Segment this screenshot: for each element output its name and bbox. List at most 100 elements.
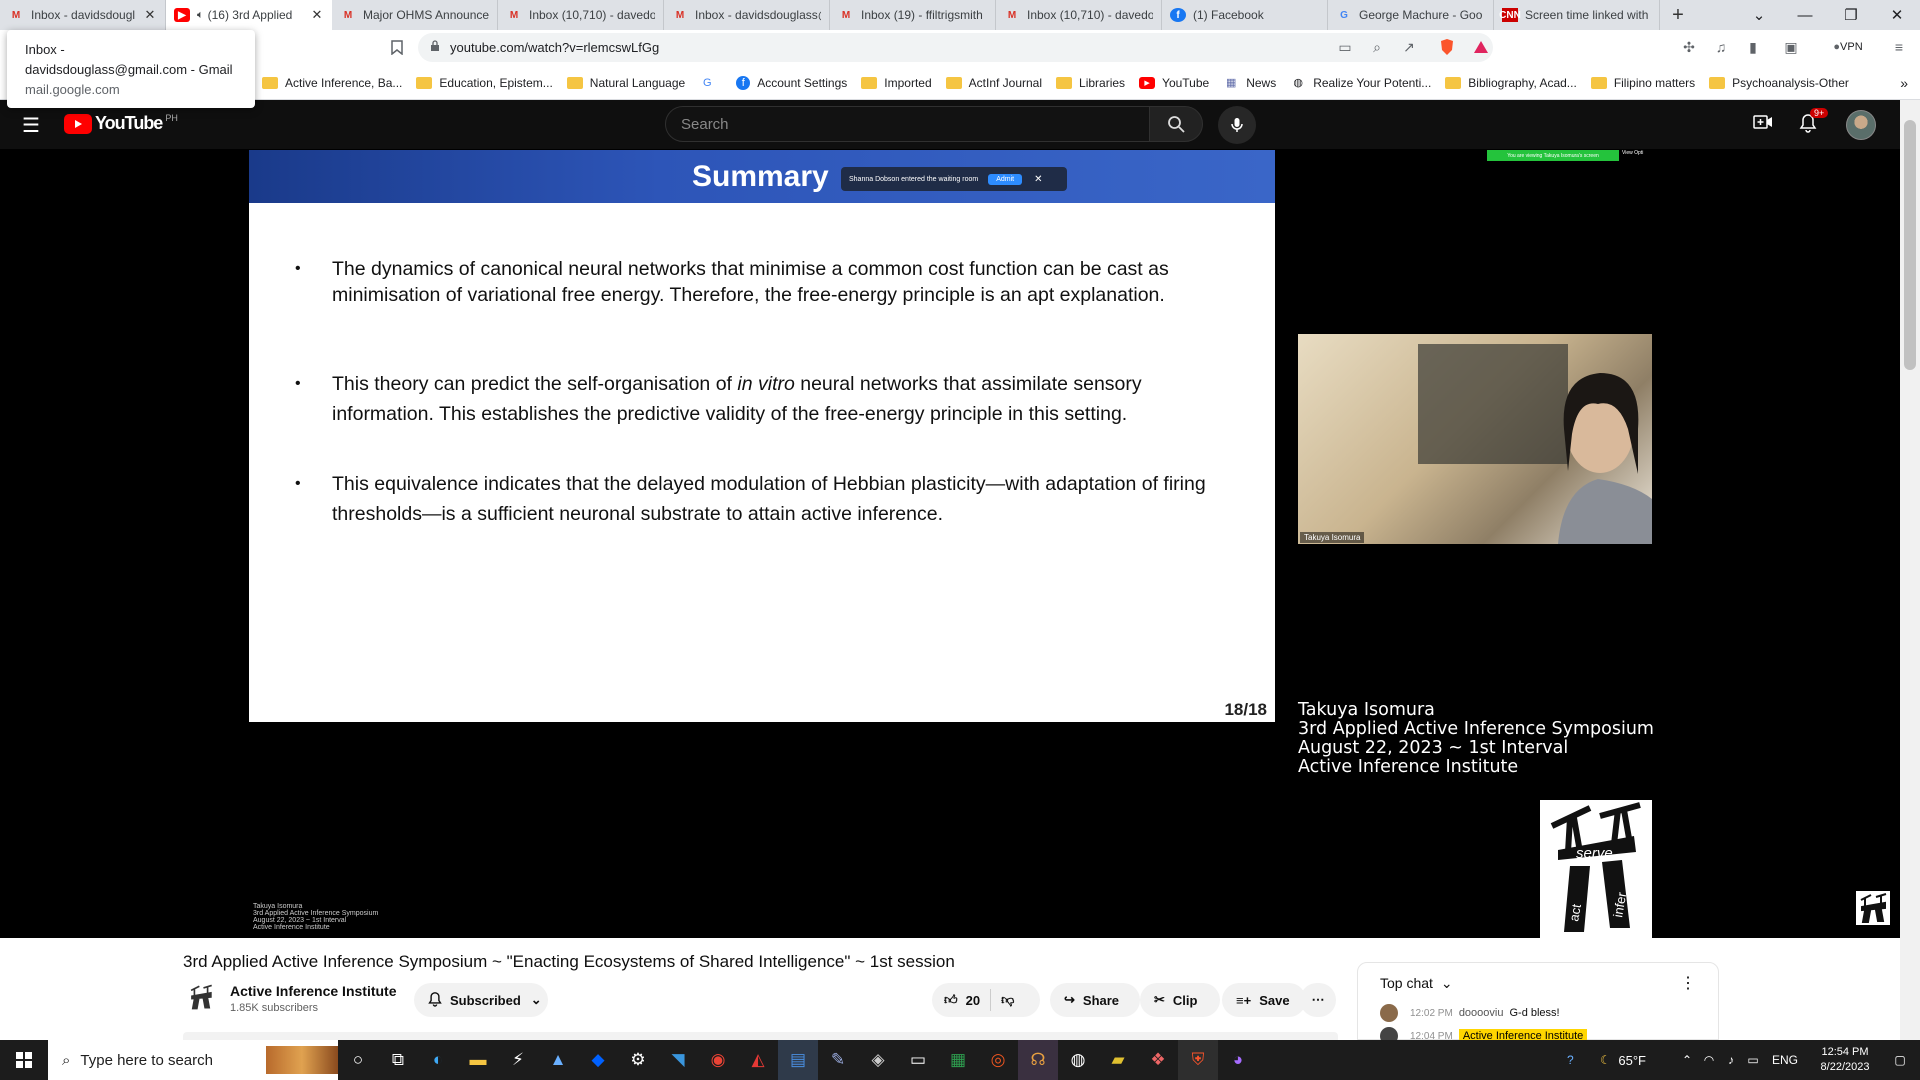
browser-tab[interactable]: M Major OHMS Announce [332, 0, 498, 30]
wallet-icon[interactable]: ▣ [1780, 36, 1802, 58]
browser-tab[interactable]: M Inbox - davidsdouglass@ [664, 0, 830, 30]
chat-mode-dropdown[interactable]: Top chat ⌄ [1380, 975, 1453, 992]
weather-temperature[interactable]: 65°F [1618, 1053, 1646, 1068]
channel-name[interactable]: Active Inference Institute [230, 983, 397, 999]
file-explorer-icon[interactable]: ▬ [458, 1040, 498, 1080]
dropbox-icon[interactable]: ◆ [578, 1040, 618, 1080]
subscribed-button[interactable]: Subscribed ⌄ [414, 983, 548, 1017]
edge-icon[interactable]: ◐ [418, 1040, 458, 1080]
bookmark-item[interactable]: f Account Settings [736, 75, 847, 90]
new-tab-button[interactable]: + [1660, 0, 1696, 30]
voice-search-button[interactable] [1218, 106, 1256, 144]
channel-avatar[interactable] [186, 982, 216, 1012]
cortana-icon[interactable]: ○ [338, 1040, 378, 1080]
notepad-icon[interactable]: ✎ [818, 1040, 858, 1080]
chrome-icon[interactable]: ◉ [698, 1040, 738, 1080]
audio-playing-icon[interactable]: 🔈︎ [197, 9, 204, 22]
bookmark-item[interactable]: ActInf Journal [945, 76, 1042, 90]
bookmark-item[interactable]: ◍ Realize Your Potenti... [1290, 76, 1431, 90]
youtube-search-input[interactable]: Search [665, 106, 1150, 142]
game-app-icon[interactable]: ❖ [1138, 1040, 1178, 1080]
bookmark-item[interactable]: Imported [861, 76, 932, 90]
video-player[interactable]: Summary Shanna Dobson entered the waitin… [0, 149, 1900, 938]
battery-icon[interactable]: ▭ [1742, 1053, 1764, 1067]
github-icon[interactable]: ◍ [1058, 1040, 1098, 1080]
browser-tab[interactable]: G George Machure - Goo [1328, 0, 1494, 30]
photos-icon[interactable]: ▲ [538, 1040, 578, 1080]
zoom-icon[interactable]: ⌕ [1366, 36, 1388, 58]
brave-shield-icon[interactable] [1436, 36, 1458, 58]
bookmark-item[interactable]: Libraries [1056, 76, 1125, 90]
terminal-icon[interactable]: ▭ [898, 1040, 938, 1080]
search-button[interactable] [1149, 106, 1203, 142]
browser-tab[interactable]: M Inbox (10,710) - davedo [996, 0, 1162, 30]
browser-tab[interactable]: ▶ 🔈︎ (16) 3rd Applied ✕ [166, 0, 332, 30]
word-icon[interactable]: ▤ [778, 1040, 818, 1080]
settings-gear-icon[interactable]: ⚙ [618, 1040, 658, 1080]
more-bookmarks-icon[interactable]: » [1900, 75, 1908, 91]
browser-tab[interactable]: M Inbox - davidsdougl ✕ [0, 0, 166, 30]
gimp-icon[interactable]: ◈ [858, 1040, 898, 1080]
messenger-icon[interactable]: ◕ [1218, 1040, 1258, 1080]
page-scrollbar[interactable] [1900, 100, 1920, 1040]
card-app-icon[interactable]: ▰ [1098, 1040, 1138, 1080]
network-icon[interactable]: ◠ [1698, 1053, 1720, 1067]
ubuntu-icon[interactable]: ◎ [978, 1040, 1018, 1080]
like-button[interactable]: 👍︎ 20 [944, 992, 980, 1008]
notification-center-icon[interactable]: ▢ [1880, 1053, 1920, 1067]
bookmark-item[interactable]: Natural Language [566, 76, 685, 90]
media-icon[interactable]: ♫ [1710, 36, 1732, 58]
browser-tab[interactable]: M Inbox (19) - ffiltrigsmith [830, 0, 996, 30]
more-actions-button[interactable]: ⋯ [1300, 983, 1336, 1017]
bookmark-icon[interactable] [386, 36, 408, 58]
brave-rewards-icon[interactable] [1470, 36, 1492, 58]
restore-icon[interactable]: ❐ [1828, 0, 1874, 30]
chat-more-icon[interactable]: ⋮ [1680, 973, 1696, 993]
sidebar-icon[interactable]: ▮ [1742, 36, 1764, 58]
cast-icon[interactable]: ▭ [1334, 36, 1356, 58]
headset-app-icon[interactable]: ☊ [1018, 1040, 1058, 1080]
avatar[interactable] [1846, 110, 1876, 140]
close-tab-icon[interactable]: ✕ [310, 7, 324, 23]
vscode-icon[interactable]: ◥ [658, 1040, 698, 1080]
browser-tab[interactable]: CNN Screen time linked with [1494, 0, 1660, 30]
bookmark-item[interactable]: ▦ News [1223, 76, 1276, 90]
taskbar-search-input[interactable]: ⌕ Type here to search [48, 1040, 338, 1080]
bookmark-item[interactable]: Active Inference, Ba... [262, 76, 402, 90]
create-video-icon[interactable] [1753, 114, 1773, 135]
bookmark-item[interactable]: Psychoanalysis-Other [1709, 76, 1849, 90]
browser-tab[interactable]: f (1) Facebook [1162, 0, 1328, 30]
close-tab-icon[interactable]: ✕ [143, 7, 157, 23]
bookmark-item[interactable]: ▶ YouTube [1139, 76, 1209, 90]
tab-search-icon[interactable]: ⌄ [1736, 0, 1782, 30]
clip-button[interactable]: ✂ Clip [1140, 983, 1220, 1017]
clock[interactable]: 12:54 PM 8/22/2023 [1810, 1045, 1880, 1075]
share-page-icon[interactable]: ↗ [1398, 36, 1420, 58]
start-button[interactable] [0, 1040, 48, 1080]
menu-icon[interactable]: ≡ [1888, 36, 1910, 58]
channel-watermark[interactable] [1856, 891, 1890, 925]
volume-icon[interactable]: ♪ [1720, 1053, 1742, 1067]
bookmark-item[interactable]: Bibliography, Acad... [1445, 76, 1577, 90]
spreadsheet-icon[interactable]: ▦ [938, 1040, 978, 1080]
description-box[interactable] [183, 1032, 1338, 1040]
minimize-icon[interactable]: — [1782, 0, 1828, 30]
bookmark-item[interactable]: Education, Epistem... [416, 76, 553, 90]
bookmark-item[interactable]: Filipino matters [1590, 76, 1695, 90]
vpn-button[interactable]: ● VPN [1826, 36, 1870, 58]
weather-moon-icon[interactable]: ☾ [1592, 1053, 1618, 1067]
browser-tab[interactable]: M Inbox (10,710) - davedo [498, 0, 664, 30]
acrobat-icon[interactable]: ◭ [738, 1040, 778, 1080]
address-bar[interactable]: youtube.com/watch?v=rlemcswLfGg [418, 33, 1493, 62]
help-icon[interactable]: ? [1556, 1053, 1584, 1067]
share-button[interactable]: ↪ Share [1050, 983, 1140, 1017]
task-view-icon[interactable]: ⧉ [378, 1040, 418, 1080]
chevron-up-icon[interactable]: ⌃ [1676, 1053, 1698, 1067]
hamburger-menu-icon[interactable]: ☰ [22, 113, 40, 138]
close-window-icon[interactable]: ✕ [1874, 0, 1920, 30]
lightning-app-icon[interactable]: ⚡︎ [498, 1040, 538, 1080]
save-button[interactable]: ≡+ Save [1222, 983, 1306, 1017]
youtube-logo[interactable]: YouTube PH [64, 113, 178, 134]
language-indicator[interactable]: ENG [1772, 1053, 1798, 1067]
scroll-thumb[interactable] [1904, 120, 1916, 370]
